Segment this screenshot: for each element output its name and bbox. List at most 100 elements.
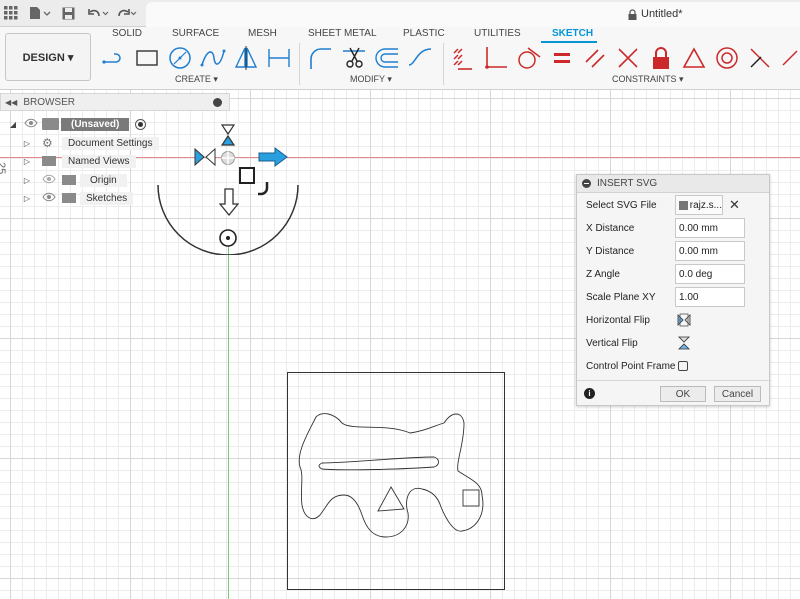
expand-triangle-icon[interactable]: ▷ [22,139,32,148]
ruler-value: 25 [0,162,7,175]
browser-pin-icon[interactable] [213,98,222,107]
visibility-eye-hidden-icon[interactable] [42,174,56,187]
expand-triangle-icon[interactable]: ▷ [22,176,32,185]
fit-spline-icon[interactable] [407,45,433,71]
field-label: Z Angle [586,268,620,280]
visibility-eye-icon[interactable] [24,118,38,131]
toolbar-divider [299,43,300,85]
concentric-icon[interactable] [714,45,740,71]
gear-icon: ⚙ [42,136,53,150]
line-icon[interactable] [101,45,127,71]
lock-icon [628,9,637,23]
browser-header[interactable]: ◀◀ BROWSER [0,93,230,111]
imported-svg-sketch[interactable] [286,371,506,591]
tab-plastic[interactable]: PLASTIC [399,28,449,39]
plane-move-handle-icon[interactable] [238,166,256,186]
document-tab[interactable] [146,2,800,28]
tab-solid[interactable]: SOLID [108,28,146,39]
equal-icon[interactable] [549,45,575,71]
clear-file-icon[interactable]: ✕ [729,197,740,213]
field-label: Scale Plane XY [586,291,656,303]
tab-surface[interactable]: SURFACE [168,28,223,39]
move-x-arrow-icon[interactable] [258,147,288,167]
coincident-icon[interactable] [483,45,509,71]
origin-point-icon[interactable] [220,150,236,166]
document-title: Untitled* [641,8,683,20]
dialog-title: INSERT SVG [597,178,658,189]
active-component-radio-icon[interactable] [135,118,147,130]
folder-icon [62,193,76,203]
scale-plane-xy-input[interactable]: 1.00 [675,287,745,307]
z-angle-row: Z Angle 0.0 deg [577,264,771,284]
field-label: Control Point Frame [586,360,676,372]
offset-icon[interactable] [374,45,400,71]
y-axis-line [228,238,229,599]
vertical-flip-row: Vertical Flip [577,333,771,353]
tab-mesh[interactable]: MESH [244,28,281,39]
tab-sheet-metal[interactable]: SHEET METAL [304,28,381,39]
title-bar: Untitled* [0,0,800,28]
redo-icon[interactable] [116,4,138,22]
perpendicular-icon[interactable] [615,45,641,71]
field-label: Select SVG File [586,199,657,211]
folder-icon [62,175,76,185]
x-distance-input[interactable]: 0.00 mm [675,218,745,238]
collapse-dialog-icon[interactable] [582,179,591,188]
browser-item-label: Sketches [80,191,134,205]
visibility-eye-icon[interactable] [42,192,56,205]
circle-icon[interactable] [167,45,193,71]
z-rotate-handle-icon[interactable] [219,124,237,146]
tangent-icon[interactable] [516,45,542,71]
rotate-arc-handle-icon[interactable] [256,181,270,197]
x-distance-row: X Distance 0.00 mm [577,218,771,238]
y-distance-row: Y Distance 0.00 mm [577,241,771,261]
z-angle-input[interactable]: 0.0 deg [675,264,745,284]
select-svg-file-button[interactable]: rajz.s... [675,195,723,215]
move-y-arrow-icon[interactable] [219,188,239,216]
insert-svg-dialog: INSERT SVG Select SVG File rajz.s... ✕ X… [576,174,771,406]
app-grid-icon[interactable] [4,4,18,22]
workspace-switcher-button[interactable]: DESIGN ▾ [5,33,91,81]
expand-triangle-icon[interactable]: ▷ [22,194,32,203]
tab-utilities[interactable]: UTILITIES [470,28,525,39]
save-icon[interactable] [62,4,75,22]
vertical-flip-icon[interactable] [677,336,691,353]
rectangle-icon[interactable] [134,45,160,71]
parallel-icon[interactable] [582,45,608,71]
horizontal-flip-icon[interactable] [677,313,691,330]
ok-button[interactable]: OK [660,386,706,402]
undo-icon[interactable] [88,4,110,22]
y-distance-input[interactable]: 0.00 mm [675,241,745,261]
flip-horizontal-handle-icon[interactable] [194,147,216,167]
symmetric-icon[interactable] [778,45,800,71]
spline-icon[interactable] [200,45,226,71]
browser-item-sketches[interactable]: ▷ Sketches [22,190,134,206]
modify-group-label[interactable]: MODIFY ▾ [350,74,392,85]
constraints-group-label[interactable]: CONSTRAINTS ▾ [612,74,684,85]
dialog-footer-divider [577,380,771,381]
dialog-header[interactable]: INSERT SVG [577,175,769,193]
browser-item-named-views[interactable]: ▷ Named Views [22,153,136,169]
info-icon[interactable]: i [584,388,595,399]
dimension-icon[interactable] [266,45,292,71]
cancel-button[interactable]: Cancel [714,386,761,402]
browser-item-origin[interactable]: ▷ Origin [22,172,127,188]
browser-root-row[interactable]: ◢ (Unsaved) [0,116,147,132]
tab-sketch[interactable]: SKETCH [548,28,597,39]
browser-item-label: Named Views [62,154,136,168]
collapse-browser-icon[interactable]: ◀◀ [5,98,17,107]
mirror-icon[interactable] [233,45,259,71]
file-menu-icon[interactable] [29,4,51,22]
collinear-icon[interactable] [747,45,773,71]
collapse-triangle-icon[interactable]: ◢ [8,120,18,129]
fix-icon[interactable] [648,45,674,71]
control-point-frame-checkbox[interactable] [678,361,688,371]
browser-item-document-settings[interactable]: ▷ ⚙ Document Settings [22,135,159,151]
horizontal-flip-row: Horizontal Flip [577,310,771,330]
fillet-icon[interactable] [308,45,334,71]
trim-icon[interactable] [341,45,367,71]
midpoint-icon[interactable] [681,45,707,71]
expand-triangle-icon[interactable]: ▷ [22,157,32,166]
create-group-label[interactable]: CREATE ▾ [175,74,218,85]
horizontal-vertical-icon[interactable] [450,45,476,71]
